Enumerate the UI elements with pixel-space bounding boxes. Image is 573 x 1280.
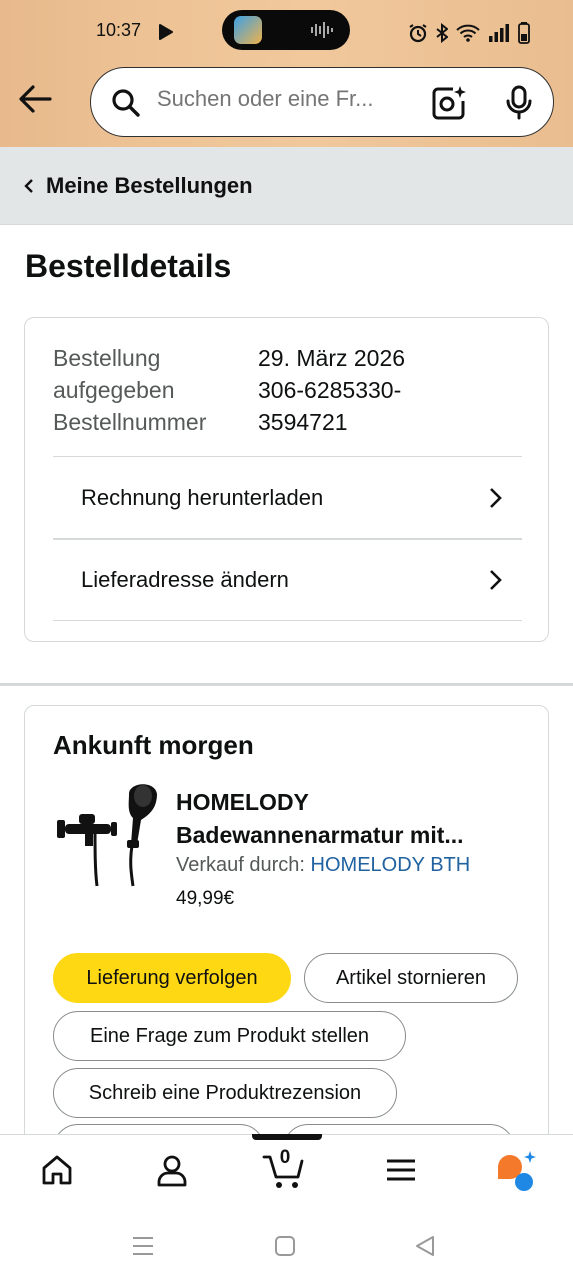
product-price: 49,99€ xyxy=(176,888,235,909)
home-button-icon[interactable] xyxy=(274,1235,296,1257)
active-tab-indicator xyxy=(252,1134,322,1140)
order-number-label: Bestellnummer xyxy=(53,409,207,435)
order-summary-card: Bestellung aufgegeben Bestellnummer 29. … xyxy=(24,317,549,642)
battery-icon xyxy=(518,22,530,44)
product-image[interactable] xyxy=(51,780,161,890)
section-divider xyxy=(0,683,573,686)
search-input[interactable] xyxy=(157,86,413,112)
order-info-labels: Bestellung aufgegeben Bestellnummer xyxy=(53,342,253,438)
system-icons xyxy=(408,22,530,44)
microphone-icon[interactable] xyxy=(505,85,533,121)
camera-lens-icon[interactable] xyxy=(431,85,467,121)
breadcrumb-label[interactable]: Meine Bestellungen xyxy=(46,173,253,199)
download-invoice-label: Rechnung herunterladen xyxy=(81,484,324,510)
breadcrumb[interactable]: Meine Bestellungen xyxy=(0,147,573,225)
order-date: 29. März 2026 xyxy=(258,345,406,371)
app-header: 10:37 xyxy=(0,0,573,147)
home-icon[interactable] xyxy=(40,1153,74,1187)
placed-label: aufgegeben xyxy=(53,377,175,403)
system-navigation-bar xyxy=(0,1214,573,1280)
product-name: Badewannenarmatur mit... xyxy=(176,822,464,848)
ask-question-button[interactable]: Eine Frage zum Produkt stellen xyxy=(53,1011,406,1061)
alarm-icon xyxy=(409,24,427,43)
cart-tab[interactable]: 0 xyxy=(262,1147,308,1191)
chevron-right-icon xyxy=(490,570,502,590)
cart-count: 0 xyxy=(279,1147,291,1168)
cancel-item-button[interactable]: Artikel stornieren xyxy=(304,953,518,1003)
recent-apps-icon[interactable] xyxy=(132,1236,154,1256)
download-invoice-link[interactable]: Rechnung herunterladen xyxy=(53,456,522,538)
media-play-icon xyxy=(159,24,173,40)
app-thumbnail-icon xyxy=(234,16,262,44)
order-info-values: 29. März 2026 306-6285330- 3594721 xyxy=(258,342,458,438)
rufus-assistant-icon[interactable] xyxy=(494,1149,538,1193)
status-bar: 10:37 xyxy=(0,0,573,62)
change-address-link[interactable]: Lieferadresse ändern xyxy=(53,538,522,620)
chevron-left-icon xyxy=(24,178,33,193)
bottom-navigation: 0 xyxy=(0,1134,573,1214)
divider xyxy=(53,620,522,621)
search-icon[interactable] xyxy=(111,88,141,118)
product-title[interactable]: HOMELODY Badewannenarmatur mit... xyxy=(176,786,516,852)
wifi-icon xyxy=(456,24,480,42)
order-label: Bestellung xyxy=(53,345,161,371)
back-button-icon[interactable] xyxy=(414,1235,436,1257)
seller-link[interactable]: HOMELODY BTH xyxy=(311,854,471,876)
audio-wave-icon xyxy=(311,22,333,38)
arrival-status: Ankunft morgen xyxy=(53,730,254,760)
dynamic-island[interactable] xyxy=(222,10,350,50)
seller-info: Verkauf durch: HOMELODY BTH xyxy=(176,854,470,877)
order-number-part2: 3594721 xyxy=(258,409,348,435)
seller-prefix: Verkauf durch: xyxy=(176,854,305,876)
search-bar[interactable] xyxy=(90,67,554,137)
account-icon[interactable] xyxy=(155,1153,189,1187)
product-brand: HOMELODY xyxy=(176,789,309,815)
write-review-button[interactable]: Schreib eine Produktrezension xyxy=(53,1068,397,1118)
order-number-part1: 306-6285330- xyxy=(258,377,402,403)
status-time: 10:37 xyxy=(96,20,142,40)
bluetooth-icon xyxy=(436,23,448,43)
menu-icon[interactable] xyxy=(384,1153,418,1187)
change-address-label: Lieferadresse ändern xyxy=(81,567,289,592)
chevron-right-icon xyxy=(490,487,502,508)
page-title: Bestelldetails xyxy=(25,248,232,284)
signal-icon xyxy=(489,24,509,42)
track-package-button[interactable]: Lieferung verfolgen xyxy=(53,953,291,1003)
back-arrow-icon[interactable] xyxy=(18,84,52,114)
